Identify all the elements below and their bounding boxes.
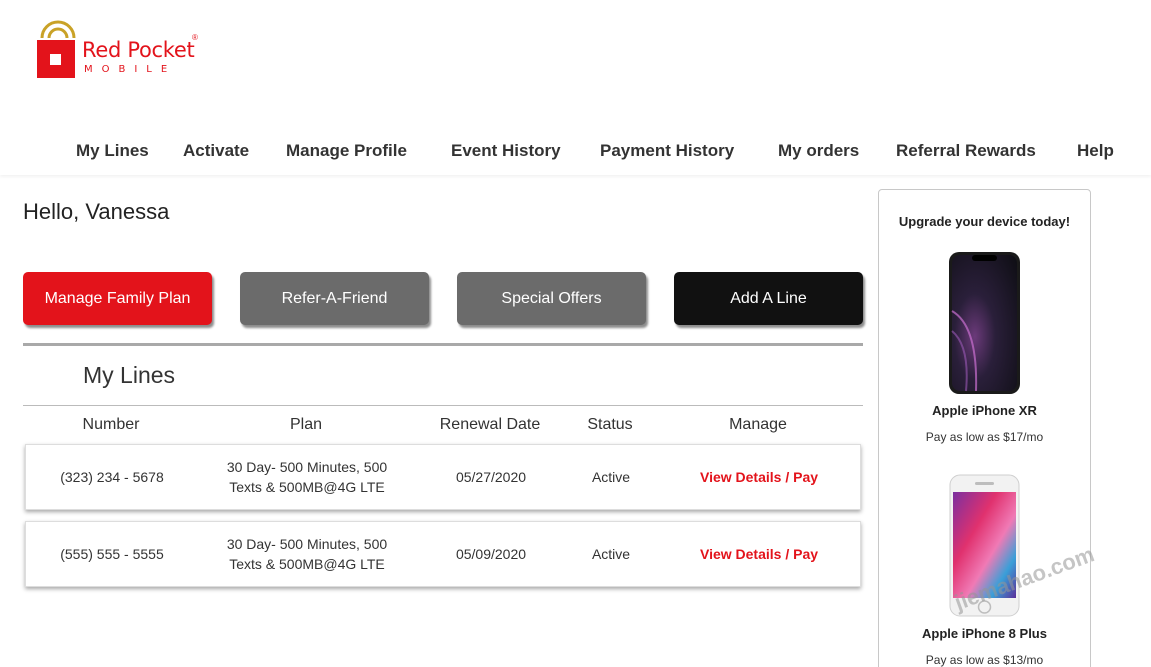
column-plan: Plan <box>289 416 323 433</box>
add-a-line-button[interactable]: Add A Line <box>674 272 863 325</box>
manage-family-plan-button[interactable]: Manage Family Plan <box>23 272 212 325</box>
nav-help[interactable]: Help <box>1077 141 1114 161</box>
device-price: Pay as low as $17/mo <box>925 430 1044 444</box>
column-number: Number <box>82 416 140 433</box>
nav-my-lines[interactable]: My Lines <box>76 141 149 161</box>
nav-activate[interactable]: Activate <box>183 141 249 161</box>
line-plan: 30 Day- 500 Minutes, 500 Texts & 500MB@4… <box>226 536 388 572</box>
nav-event-history[interactable]: Event History <box>451 141 561 161</box>
nav-referral-rewards[interactable]: Referral Rewards <box>896 141 1036 161</box>
view-details-pay-link[interactable]: View Details / Pay <box>700 546 818 562</box>
line-status: Active <box>591 469 631 485</box>
brand-name: Red Pocket <box>82 38 195 62</box>
table-row: (323) 234 - 5678 30 Day- 500 Minutes, 50… <box>25 444 861 510</box>
device-price: Pay as low as $13/mo <box>925 653 1044 667</box>
device-name[interactable]: Apple iPhone XR <box>879 403 1090 418</box>
nav-manage-profile[interactable]: Manage Profile <box>286 141 407 161</box>
line-number: (323) 234 - 5678 <box>60 469 164 485</box>
view-details-pay-link[interactable]: View Details / Pay <box>700 469 818 485</box>
line-number: (555) 555 - 5555 <box>60 546 164 562</box>
column-status: Status <box>587 416 633 433</box>
signal-arcs-icon <box>40 20 76 39</box>
my-lines-title: My Lines <box>83 362 176 388</box>
line-plan: 30 Day- 500 Minutes, 500 Texts & 500MB@4… <box>226 459 388 495</box>
device-name[interactable]: Apple iPhone 8 Plus <box>879 626 1090 641</box>
column-manage: Manage <box>729 416 787 433</box>
iphone-xr-image[interactable] <box>948 251 1021 395</box>
red-pocket-logo[interactable]: Red Pocket ® MOBILE <box>34 8 204 80</box>
refer-a-friend-button[interactable]: Refer-A-Friend <box>240 272 429 325</box>
line-renewal-date: 05/27/2020 <box>455 469 527 485</box>
nav-payment-history[interactable]: Payment History <box>600 141 734 161</box>
line-status: Active <box>591 546 631 562</box>
section-divider <box>23 343 863 346</box>
main-nav: My Lines Activate Manage Profile Event H… <box>0 135 1151 175</box>
greeting: Hello, Vanessa <box>23 199 170 224</box>
column-renewal-date: Renewal Date <box>439 416 541 433</box>
nav-my-orders[interactable]: My orders <box>778 141 859 161</box>
upgrade-title: Upgrade your device today! <box>898 214 1071 229</box>
registered-mark: ® <box>192 33 198 42</box>
table-row: (555) 555 - 5555 30 Day- 500 Minutes, 50… <box>25 521 861 587</box>
brand-sub: MOBILE <box>84 64 177 75</box>
line-renewal-date: 05/09/2020 <box>455 546 527 562</box>
logo-mark-icon <box>37 40 75 78</box>
special-offers-button[interactable]: Special Offers <box>457 272 646 325</box>
lines-table-header: Number Plan Renewal Date Status Manage <box>23 405 863 441</box>
